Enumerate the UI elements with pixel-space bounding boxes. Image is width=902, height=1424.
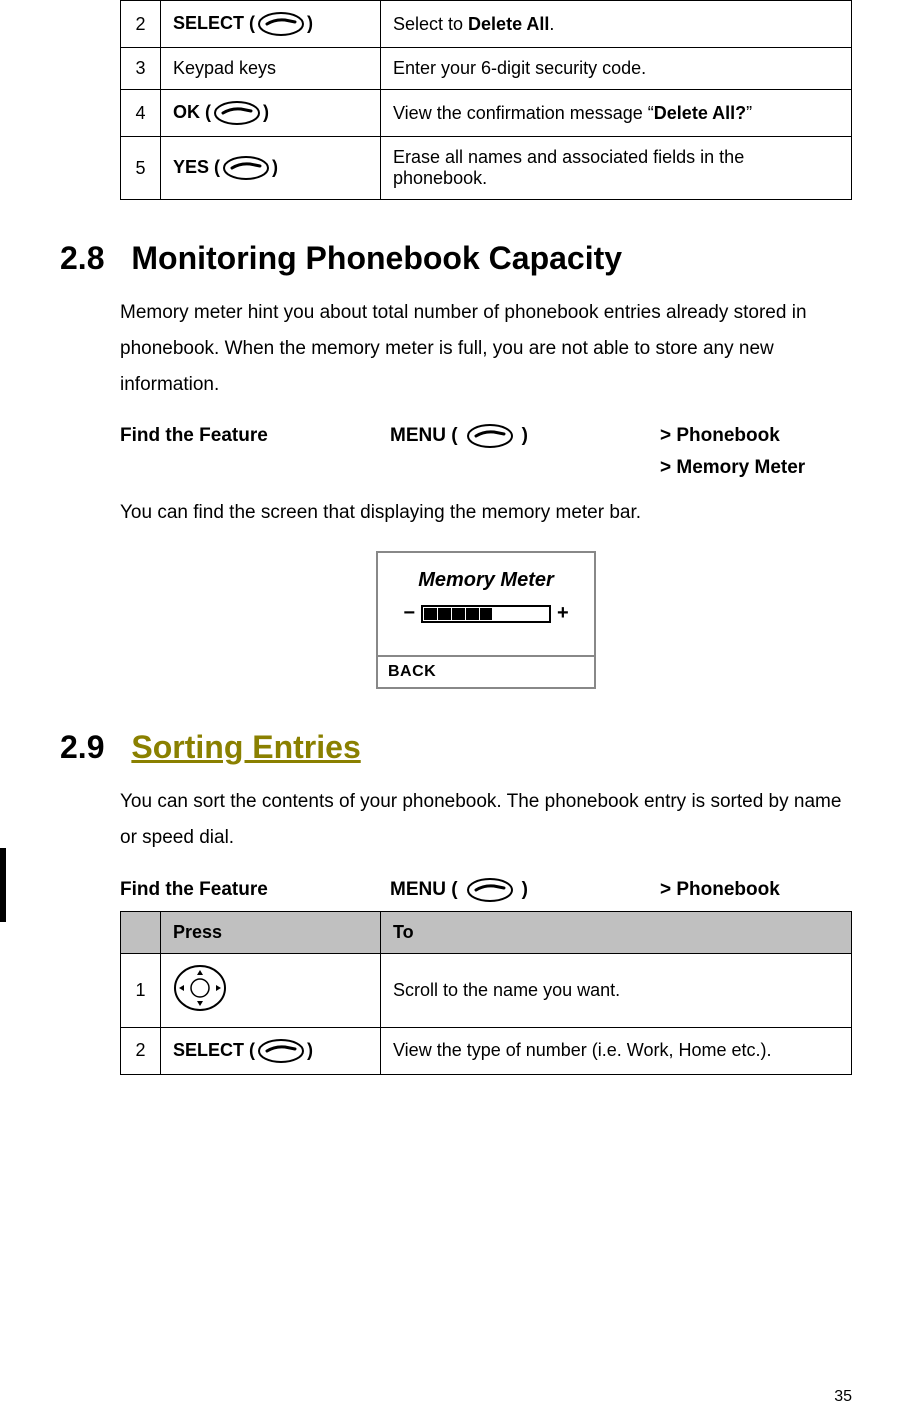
header-to: To [381,911,852,953]
bar-segment-empty [493,608,506,620]
bar-segment-filled [452,608,465,620]
table-row: 2 SELECT () View the type of number (i.e… [121,1027,852,1074]
header-press: Press [161,911,381,953]
step-to: Select to Delete All. [381,1,852,48]
table-header-row: Press To [121,911,852,953]
section-2-9-link[interactable]: Sorting Entries [131,729,360,765]
memory-meter-bar [421,605,551,623]
feature-subpath: > Memory Meter [660,457,852,479]
back-label: BACK [378,655,594,687]
plus-icon: + [557,602,569,625]
step-num: 5 [121,137,161,200]
feature-path: > Phonebook [660,425,780,447]
button-oval-icon [222,155,270,181]
step-press [161,953,381,1027]
step-num: 3 [121,48,161,90]
phone-screen-mockup: Memory Meter − + BACK [376,551,596,689]
step-to: Enter your 6-digit security code. [381,48,852,90]
table-row: 5 YES () Erase all names and associated … [121,137,852,200]
step-to: View the type of number (i.e. Work, Home… [381,1027,852,1074]
button-oval-icon [213,100,261,126]
table-row: 2 SELECT () Select to Delete All. [121,1,852,48]
menu-label: MENU ( ) [390,423,660,449]
step-num: 1 [121,953,161,1027]
find-feature-label: Find the Feature [120,425,390,447]
step-press: SELECT () [161,1027,381,1074]
button-oval-icon [466,423,514,449]
feature-path: > Phonebook [660,879,780,901]
bar-segment-empty [535,608,548,620]
table-row: 3 Keypad keys Enter your 6-digit securit… [121,48,852,90]
step-to: Scroll to the name you want. [381,953,852,1027]
bar-segment-empty [507,608,520,620]
table-row: 1 Scroll to the name you want. [121,953,852,1027]
memory-meter-title: Memory Meter [388,569,584,592]
section-2-8-after: You can find the screen that displaying … [120,495,852,531]
step-num: 4 [121,90,161,137]
steps-table-1: 2 SELECT () Select to Delete All. 3 Keyp… [120,0,852,200]
side-tab-marker [0,848,6,922]
section-2-9-title: 2.9 Sorting Entries [60,729,852,766]
bar-segment-filled [466,608,479,620]
section-2-8-body: Memory meter hint you about total number… [120,295,852,403]
section-2-9-body: You can sort the contents of your phoneb… [120,784,852,856]
find-feature-label: Find the Feature [120,879,390,901]
bar-segment-empty [521,608,534,620]
section-2-8-title: 2.8 Monitoring Phonebook Capacity [60,240,852,277]
steps-table-2: Press To 1 Scroll to the name you want. [120,911,852,1075]
bar-segment-filled [438,608,451,620]
step-press: OK () [161,90,381,137]
navigation-key-icon [173,964,227,1017]
step-to: Erase all names and associated fields in… [381,137,852,200]
menu-label: MENU ( ) [390,877,660,903]
step-to: View the confirmation message “Delete Al… [381,90,852,137]
bar-segment-filled [480,608,493,620]
header-blank [121,911,161,953]
step-press: YES () [161,137,381,200]
feature-row-2-8: Find the Feature MENU ( ) > Phonebook [120,423,852,449]
step-num: 2 [121,1027,161,1074]
page-number: 35 [834,1388,852,1406]
step-press: SELECT () [161,1,381,48]
step-num: 2 [121,1,161,48]
table-row: 4 OK () View the confirmation message “D… [121,90,852,137]
step-press: Keypad keys [161,48,381,90]
button-oval-icon [466,877,514,903]
button-oval-icon [257,1038,305,1064]
button-oval-icon [257,11,305,37]
minus-icon: − [403,602,415,625]
feature-row-2-9: Find the Feature MENU ( ) > Phonebook [120,877,852,903]
bar-segment-filled [424,608,437,620]
